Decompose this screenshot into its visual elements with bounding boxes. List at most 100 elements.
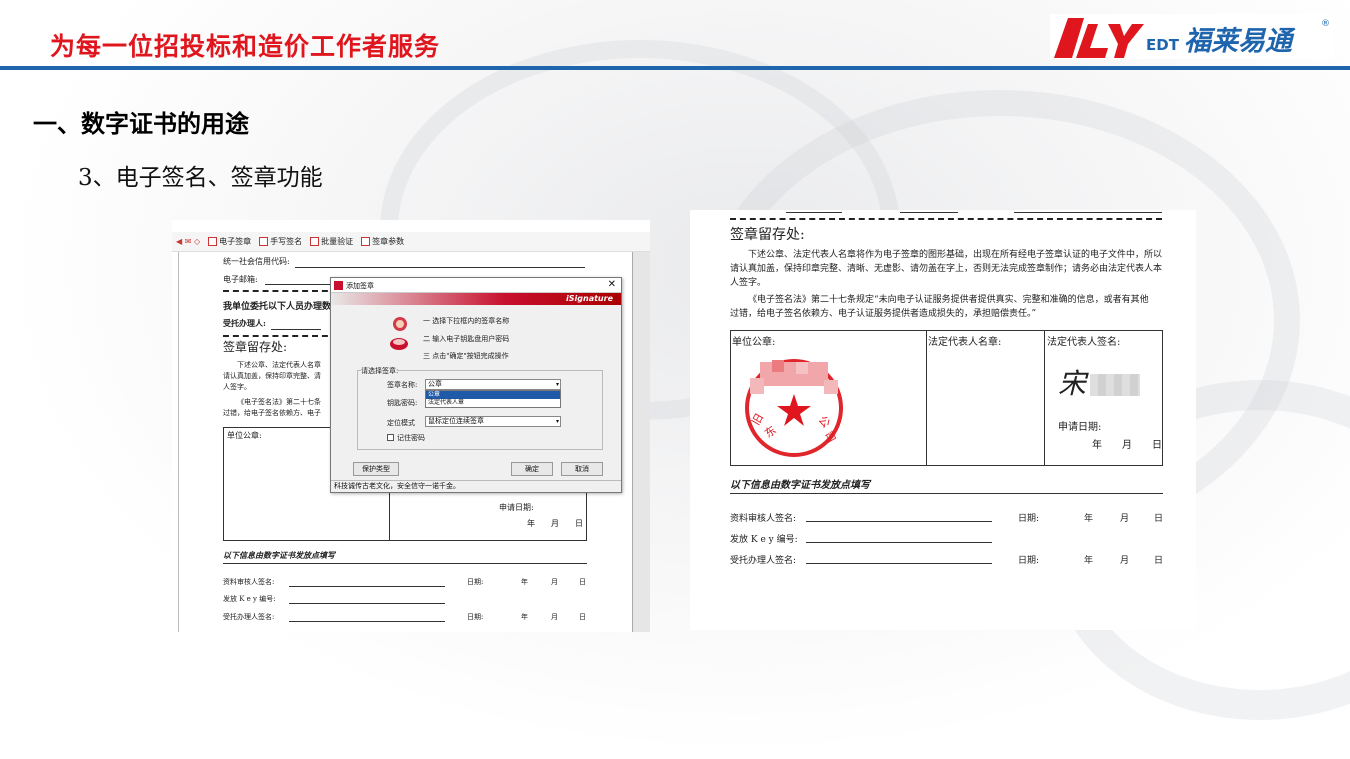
svg-text:EDT: EDT (1146, 36, 1180, 54)
top-line (900, 212, 958, 213)
reviewer-label: 资料审核人签名: (223, 578, 275, 586)
slogan: 为每一位招投标和造价工作者服务 (50, 32, 441, 61)
mode-label: 定位模式 (387, 419, 415, 427)
separator-dashed (730, 218, 1162, 220)
verify-icon (310, 237, 320, 246)
cancel-button[interactable]: 取消 (561, 462, 603, 476)
doc-para: 下述公章、法定代表人名章 (237, 361, 321, 369)
user-key-icon (389, 316, 411, 352)
issue-line (223, 563, 587, 564)
protect-type-button[interactable]: 保护类型 (353, 462, 399, 476)
credit-code-line (295, 267, 585, 268)
subtitle: 3、电子签名、签章功能 (78, 165, 323, 191)
pen-icon (259, 237, 269, 246)
toolbar-params-button[interactable]: 签章参数 (361, 236, 404, 247)
reviewer-line (289, 586, 445, 587)
date-label: 日期: (467, 578, 484, 586)
day-label: 日 (1154, 556, 1164, 566)
month-label: 月 (1120, 556, 1130, 566)
signature-blur (1090, 374, 1140, 396)
day-label: 日 (1154, 514, 1164, 524)
close-icon[interactable]: ✕ (608, 279, 616, 290)
month-label: 月 (1120, 514, 1130, 524)
key-no-line (289, 603, 445, 604)
mode-select[interactable]: 鼠标定位连续签章 ▾ (425, 416, 561, 427)
svg-text:东: 东 (762, 423, 778, 440)
header-divider (0, 66, 1350, 70)
step1-text: 一 选择下拉框内的签章名称 (423, 317, 510, 325)
issue-section-title: 以下信息由数字证书发放点填写 (223, 550, 335, 560)
nav-icon[interactable]: ◀ ✉ ◇ (176, 237, 200, 246)
agent-label: 受托办理人: (223, 318, 266, 328)
password-label: 钥匙密码: (387, 399, 418, 407)
top-line (1014, 212, 1162, 213)
dialog-statusbar: 科技诚传古老文化，安全信守一诺千金。 (331, 480, 621, 492)
legal-rep-sign-label: 法定代表人签名: (1047, 337, 1121, 348)
seal-section-title: 签章留存处: (223, 340, 288, 354)
date-label: 日期: (467, 613, 484, 621)
agent-line (271, 329, 321, 330)
group-label: 请选择签章: (361, 366, 399, 376)
toolbar-seal-button[interactable]: 电子签章 (208, 236, 251, 247)
doc-para: 过错，给电子签名依赖方、电子 (223, 409, 321, 417)
seal-table-divider (1044, 330, 1045, 466)
doc-para: 请认真加盖，保持印章完整、清 (223, 372, 321, 380)
month-label: 月 (551, 613, 558, 621)
seal-icon (208, 237, 218, 246)
right-screenshot: 签章留存处: 下述公章、法定代表人名章将作为电子签章的图形基础，出现在所有经电子… (690, 210, 1196, 630)
step2-text: 二 输入电子钥匙盘用户密码 (423, 335, 510, 343)
apply-date-ymd: 年 月 日 (527, 519, 583, 528)
day-label: 日 (579, 578, 586, 586)
dialog-titlebar: 添加签章 ✕ (331, 278, 621, 293)
reviewer-line (806, 521, 992, 522)
toolbar-handwrite-button[interactable]: 手写签名 (259, 236, 302, 247)
logo-mark: EDT 福莱易通 ® (1050, 14, 1334, 59)
apply-date-label: 申请日期: (1058, 422, 1102, 433)
dropdown-option[interactable]: 公章 (426, 391, 560, 399)
apply-date-label: 申请日期: (499, 503, 534, 512)
doc-para: 《电子签名法》第二十七条规定“未向电子认证服务提供者提供真实、完整和准确的信息，… (748, 295, 1149, 305)
legal-rep-seal-label: 法定代表人名章: (928, 337, 1002, 348)
section-title: 一、数字证书的用途 (33, 110, 249, 138)
remember-checkbox[interactable] (387, 434, 394, 441)
issue-line (730, 493, 1163, 494)
unit-seal-label: 单位公章: (227, 431, 262, 440)
scrollbar[interactable] (632, 252, 650, 632)
left-screenshot: ◀ ✉ ◇ 电子签章 手写签名 批量验证 签章参数 统一社会信用代码: 电子邮箱… (172, 220, 650, 632)
apply-date-ymd: 年 月 日 (1092, 440, 1162, 451)
step3-text: 三 点击"确定"按钮完成操作 (423, 352, 509, 360)
authorize-text: 我单位委托以下人员办理数 (223, 302, 332, 312)
seal-name-select[interactable]: 公章 ▾ (425, 379, 561, 390)
svg-text:福莱易通: 福莱易通 (1184, 26, 1296, 57)
signature-char: 宋 (1058, 367, 1087, 400)
svg-text:公: 公 (816, 414, 833, 431)
agent-sign-line (289, 621, 445, 622)
toolbar-verify-button[interactable]: 批量验证 (310, 236, 353, 247)
seal-table-divider (926, 330, 927, 466)
company-logo: EDT 福莱易通 ® (1050, 14, 1334, 59)
doc-para: 《电子签名法》第二十七条 (237, 398, 321, 406)
agent-sign-label: 受托办理人签名: (730, 556, 797, 566)
year-label: 年 (1084, 556, 1094, 566)
ok-button[interactable]: 确定 (511, 462, 553, 476)
svg-text:®: ® (1321, 19, 1330, 29)
seal-section-title: 签章留存处: (730, 227, 805, 243)
agent-sign-line (806, 563, 992, 564)
key-no-line (806, 542, 992, 543)
year-label: 年 (521, 613, 528, 621)
month-label: 月 (551, 578, 558, 586)
doc-para: 过错，给电子签名依赖方、电子认证服务提供者造成损失的，承担赔偿责任。” (730, 309, 1037, 319)
chevron-down-icon: ▾ (555, 381, 559, 388)
key-no-label: 发放 K e y 编号: (730, 535, 798, 545)
app-icon (334, 281, 343, 290)
key-no-label: 发放 K e y 编号: (223, 595, 276, 603)
doc-para: 下述公章、法定代表人名章将作为电子签章的图形基础，出现在所有经电子签章认证的电子… (748, 250, 1163, 260)
doc-para: 人签字。 (730, 278, 767, 288)
pdf-toolbar: ◀ ✉ ◇ 电子签章 手写签名 批量验证 签章参数 (172, 232, 650, 252)
slide: 为每一位招投标和造价工作者服务 EDT 福莱易通 ® 一、数字证书的用途 3、电… (0, 0, 1350, 759)
email-label: 电子邮箱: (223, 275, 258, 284)
dropdown-option[interactable]: 法定代表人章 (426, 399, 560, 407)
chevron-down-icon: ▾ (555, 418, 559, 425)
agent-sign-label: 受托办理人签名: (223, 613, 275, 621)
seal-name-label: 签章名称: (387, 381, 418, 389)
